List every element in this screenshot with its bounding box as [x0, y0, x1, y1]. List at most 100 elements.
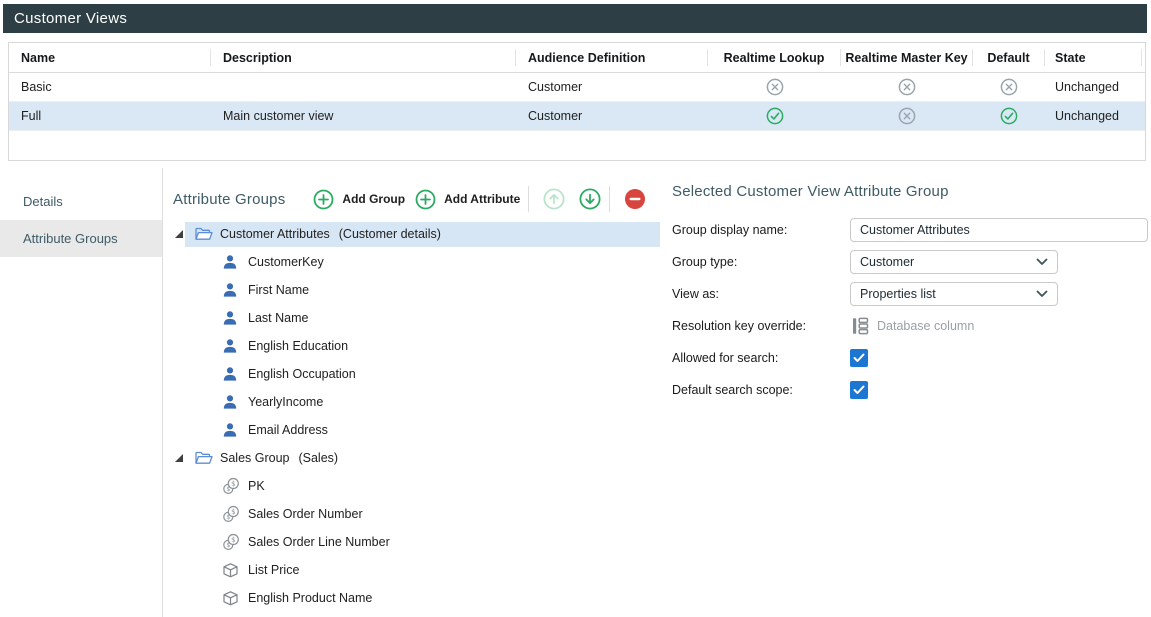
tree-attribute-label: English Product Name [248, 591, 372, 605]
toolbar-separator [609, 186, 610, 212]
tree-attribute-label: CustomerKey [248, 255, 324, 269]
form-row-group-type: Group type: Customer [672, 246, 1151, 278]
tree-attribute-row[interactable]: English Occupation [164, 360, 660, 388]
sidebar-item-details[interactable]: Details [0, 183, 162, 220]
default-search-scope-checkbox[interactable] [850, 381, 868, 399]
remove-icon [624, 188, 646, 210]
add-attribute-button[interactable]: Add Attribute [415, 189, 520, 210]
person-icon [222, 338, 241, 354]
page-title: Customer Views [3, 4, 1147, 33]
svg-text:$: $ [231, 536, 235, 544]
tree-attribute-label: List Price [248, 563, 299, 577]
expander-icon[interactable] [175, 454, 183, 462]
table-row[interactable]: BasicCustomerUnchanged [9, 73, 1145, 102]
selected-group-form: Group display name: Group type: Customer… [672, 214, 1151, 406]
status-no-icon [708, 78, 841, 96]
tree-attribute-row[interactable]: YearlyIncome [164, 388, 660, 416]
tree-attribute-row[interactable]: $$ Sales Order Line Number [164, 528, 660, 556]
table-cell: Unchanged [1045, 109, 1142, 123]
tree-group-label-box: Sales Group(Sales) [185, 446, 660, 471]
chevron-down-icon [1036, 258, 1048, 266]
allowed-for-search-checkbox[interactable] [850, 349, 868, 367]
tree-toolbar: Attribute Groups Add Group Add Attribute [164, 182, 660, 216]
svg-text:$: $ [231, 480, 235, 488]
tree-attribute-row[interactable]: $$ PK [164, 472, 660, 500]
person-icon [222, 282, 241, 298]
tree-attribute-row[interactable]: Last Name [164, 304, 660, 332]
form-row-resolution-key-override: Resolution key override: Database column [672, 310, 1151, 342]
sidebar-item-attribute-groups[interactable]: Attribute Groups [0, 220, 162, 257]
view-as-value: Properties list [860, 287, 936, 301]
column-header-default[interactable]: Default [973, 49, 1045, 66]
tree-attribute-row[interactable]: English Education [164, 332, 660, 360]
column-header-name[interactable]: Name [9, 49, 211, 66]
group-display-name-input[interactable] [850, 218, 1148, 242]
field-label: Resolution key override: [672, 319, 850, 333]
column-header-filler [1142, 49, 1145, 66]
tree-attribute-row[interactable]: List Price [164, 556, 660, 584]
coins-icon: $$ [222, 505, 241, 523]
arrow-up-icon [543, 188, 565, 210]
attribute-tree: Customer Attributes(Customer details) Cus… [164, 220, 660, 612]
status-no-icon [973, 78, 1045, 96]
tree-attribute-label: YearlyIncome [248, 395, 323, 409]
group-type-select[interactable]: Customer [850, 250, 1058, 274]
tree-attribute-row[interactable]: Email Address [164, 416, 660, 444]
coins-icon: $$ [222, 477, 241, 495]
column-header-realtime-lookup[interactable]: Realtime Lookup [708, 49, 841, 66]
coins-icon: $$ [222, 533, 241, 551]
attribute-groups-title: Attribute Groups [173, 191, 285, 208]
add-icon [415, 189, 436, 210]
chevron-down-icon [1036, 290, 1048, 298]
field-label: Allowed for search: [672, 351, 850, 365]
page-title-text: Customer Views [14, 10, 127, 27]
tree-group-label-box: Customer Attributes(Customer details) [185, 222, 660, 247]
selected-group-panel: Selected Customer View Attribute Group G… [672, 168, 1151, 617]
tree-group-label: Sales Group [220, 451, 289, 465]
tree-group-row[interactable]: Sales Group(Sales) [164, 444, 660, 472]
person-icon [222, 254, 241, 270]
status-no-icon [841, 78, 973, 96]
views-table-body: BasicCustomerUnchangedFullMain customer … [9, 73, 1145, 131]
app-window: Customer Views Name Description Audience… [0, 0, 1151, 617]
expander-icon[interactable] [175, 230, 183, 238]
remove-button[interactable] [624, 188, 646, 210]
person-icon [222, 422, 241, 438]
tree-attribute-label: First Name [248, 283, 309, 297]
add-group-button[interactable]: Add Group [313, 189, 405, 210]
table-row[interactable]: FullMain customer viewCustomerUnchanged [9, 102, 1145, 131]
form-row-group-display-name: Group display name: [672, 214, 1151, 246]
form-row-default-search-scope: Default search scope: [672, 374, 1151, 406]
status-no-icon [841, 107, 973, 125]
tree-attribute-label: English Education [248, 339, 348, 353]
move-down-button[interactable] [579, 188, 601, 210]
tree-group-row[interactable]: Customer Attributes(Customer details) [164, 220, 660, 248]
tree-attribute-label: English Occupation [248, 367, 356, 381]
column-header-realtime-master-key[interactable]: Realtime Master Key [841, 49, 973, 66]
field-label: Group type: [672, 255, 850, 269]
resolution-key-override-button[interactable]: Database column [850, 316, 974, 336]
tree-attribute-label: PK [248, 479, 265, 493]
tree-attribute-row[interactable]: English Product Name [164, 584, 660, 612]
tree-attribute-row[interactable]: $$Sales Order Number [164, 500, 660, 528]
attribute-groups-panel: Attribute Groups Add Group Add Attribute… [164, 168, 660, 617]
add-group-label: Add Group [342, 192, 405, 206]
field-label: Default search scope: [672, 383, 850, 397]
tree-attribute-label: Last Name [248, 311, 308, 325]
field-label: Group display name: [672, 223, 850, 237]
table-cell: Basic [9, 80, 211, 94]
field-label: View as: [672, 287, 850, 301]
column-header-audience-definition[interactable]: Audience Definition [516, 49, 708, 66]
add-icon [313, 189, 334, 210]
move-up-button[interactable] [543, 188, 565, 210]
column-header-state[interactable]: State [1045, 49, 1142, 66]
tree-attribute-row[interactable]: First Name [164, 276, 660, 304]
column-header-description[interactable]: Description [211, 49, 516, 66]
status-yes-icon [708, 107, 841, 125]
view-as-select[interactable]: Properties list [850, 282, 1058, 306]
tree-attribute-row[interactable]: CustomerKey [164, 248, 660, 276]
group-type-value: Customer [860, 255, 914, 269]
form-row-view-as: View as: Properties list [672, 278, 1151, 310]
form-row-allowed-for-search: Allowed for search: [672, 342, 1151, 374]
tree-attribute-label: Sales Order Line Number [248, 535, 390, 549]
